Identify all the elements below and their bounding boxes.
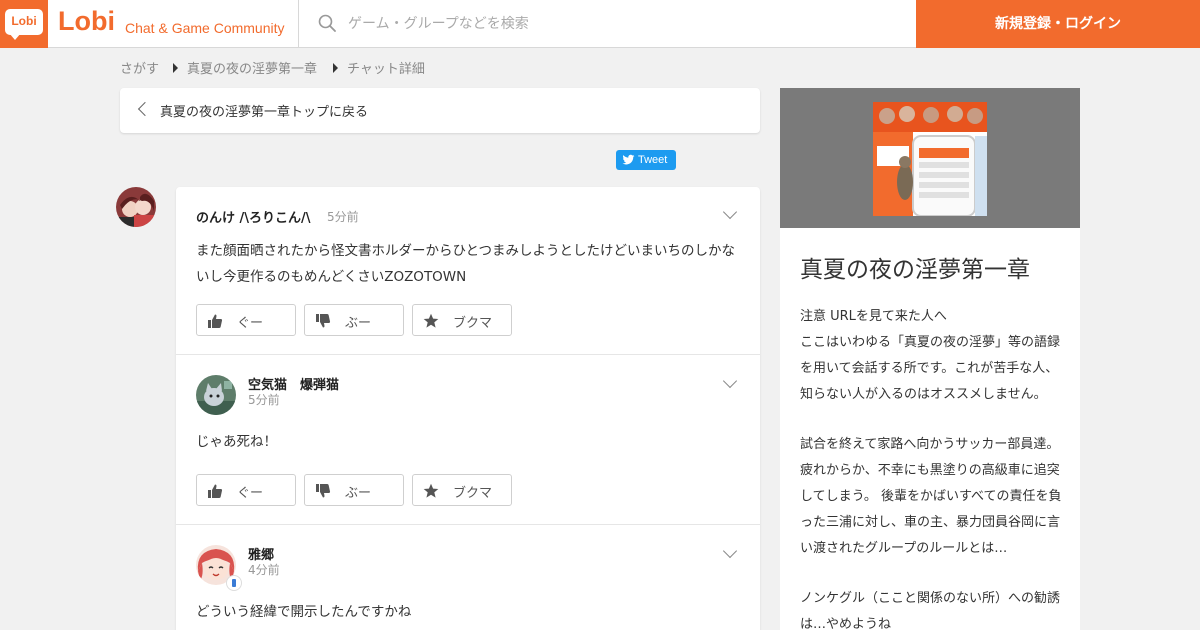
bookmark-label: ブクマ bbox=[453, 316, 493, 331]
thumbs-up-icon bbox=[208, 314, 223, 328]
breadcrumb-current: チャット詳細 bbox=[347, 62, 425, 77]
breadcrumb-search[interactable]: さがす bbox=[120, 58, 159, 77]
search-icon bbox=[318, 14, 336, 32]
search-input[interactable] bbox=[348, 10, 888, 38]
twitter-bird-icon bbox=[622, 154, 635, 165]
site-header: Lobi Lobi Chat & Game Community 新規登録・ログイ… bbox=[0, 0, 1200, 48]
lobi-logo[interactable]: Lobi bbox=[0, 0, 48, 48]
group-thumbnail-image bbox=[873, 102, 987, 216]
avatar-image bbox=[116, 187, 156, 227]
group-description-rule: ノンケグル（ここと関係のない所）への勧誘は…やめようね bbox=[800, 591, 1061, 630]
good-button[interactable]: ぐー bbox=[196, 474, 296, 506]
breadcrumb-group[interactable]: 真夏の夜の淫夢第一章 bbox=[187, 58, 317, 77]
boo-label: ぶー bbox=[345, 316, 372, 331]
brand-tagline: Chat & Game Community bbox=[125, 20, 285, 36]
message-text: どういう経緯で開示したんですかね bbox=[196, 604, 412, 620]
group-thumbnail[interactable] bbox=[873, 102, 987, 216]
group-description-story: 試合を終えて家路へ向かうサッカー部員達。疲れからか、不幸にも黒塗りの高級車に追突… bbox=[800, 437, 1062, 556]
message-username[interactable]: のんけ /\ろりこん/\ bbox=[196, 207, 311, 226]
breadcrumb-separator-icon bbox=[333, 63, 338, 73]
thumbs-up-icon bbox=[208, 484, 223, 498]
search-divider bbox=[298, 0, 299, 48]
bookmark-label: ブクマ bbox=[453, 486, 493, 501]
premium-badge-icon bbox=[226, 575, 242, 591]
star-icon bbox=[423, 313, 439, 328]
bookmark-button[interactable]: ブクマ bbox=[412, 474, 512, 506]
boo-label: ぶー bbox=[345, 486, 372, 501]
bookmark-button[interactable]: ブクマ bbox=[412, 304, 512, 336]
logo-bubble: Lobi bbox=[5, 9, 43, 35]
tweet-label: Tweet bbox=[638, 154, 668, 166]
avatar-image bbox=[196, 375, 236, 415]
thumbs-down-icon bbox=[316, 314, 331, 328]
good-label: ぐー bbox=[237, 316, 264, 331]
back-link-label: 真夏の夜の淫夢第一章トップに戻る bbox=[160, 105, 369, 120]
login-button[interactable]: 新規登録・ログイン bbox=[916, 0, 1200, 48]
logo-text: Lobi bbox=[11, 14, 37, 28]
boo-button[interactable]: ぶー bbox=[304, 474, 404, 506]
message-divider bbox=[176, 354, 760, 355]
message-timestamp: 4分前 bbox=[248, 563, 280, 577]
message-text: じゃあ死ね！ bbox=[196, 434, 277, 450]
group-title: 真夏の夜の淫夢第一章 bbox=[800, 257, 1030, 283]
brand-name[interactable]: Lobi bbox=[58, 6, 115, 37]
message-timestamp: 5分前 bbox=[248, 393, 280, 407]
logo-bubble-tail bbox=[9, 33, 21, 40]
good-label: ぐー bbox=[237, 486, 264, 501]
avatar[interactable] bbox=[196, 375, 236, 415]
group-description-notice: 注意 URLを見て来た人へ ここはいわゆる「真夏の夜の淫夢」等の語録を用いて会話… bbox=[800, 309, 1061, 402]
message-text: また顔面晒されたから怪文書ホルダーからひとつまみしようとしたけどいまいちのしかな… bbox=[196, 243, 736, 285]
message-divider bbox=[176, 524, 760, 525]
good-button[interactable]: ぐー bbox=[196, 304, 296, 336]
message-timestamp: 5分前 bbox=[327, 210, 359, 224]
tweet-button[interactable]: Tweet bbox=[616, 150, 676, 170]
avatar[interactable] bbox=[116, 187, 156, 227]
boo-button[interactable]: ぶー bbox=[304, 304, 404, 336]
star-icon bbox=[423, 483, 439, 498]
thumbs-down-icon bbox=[316, 484, 331, 498]
breadcrumb-separator-icon bbox=[173, 63, 178, 73]
